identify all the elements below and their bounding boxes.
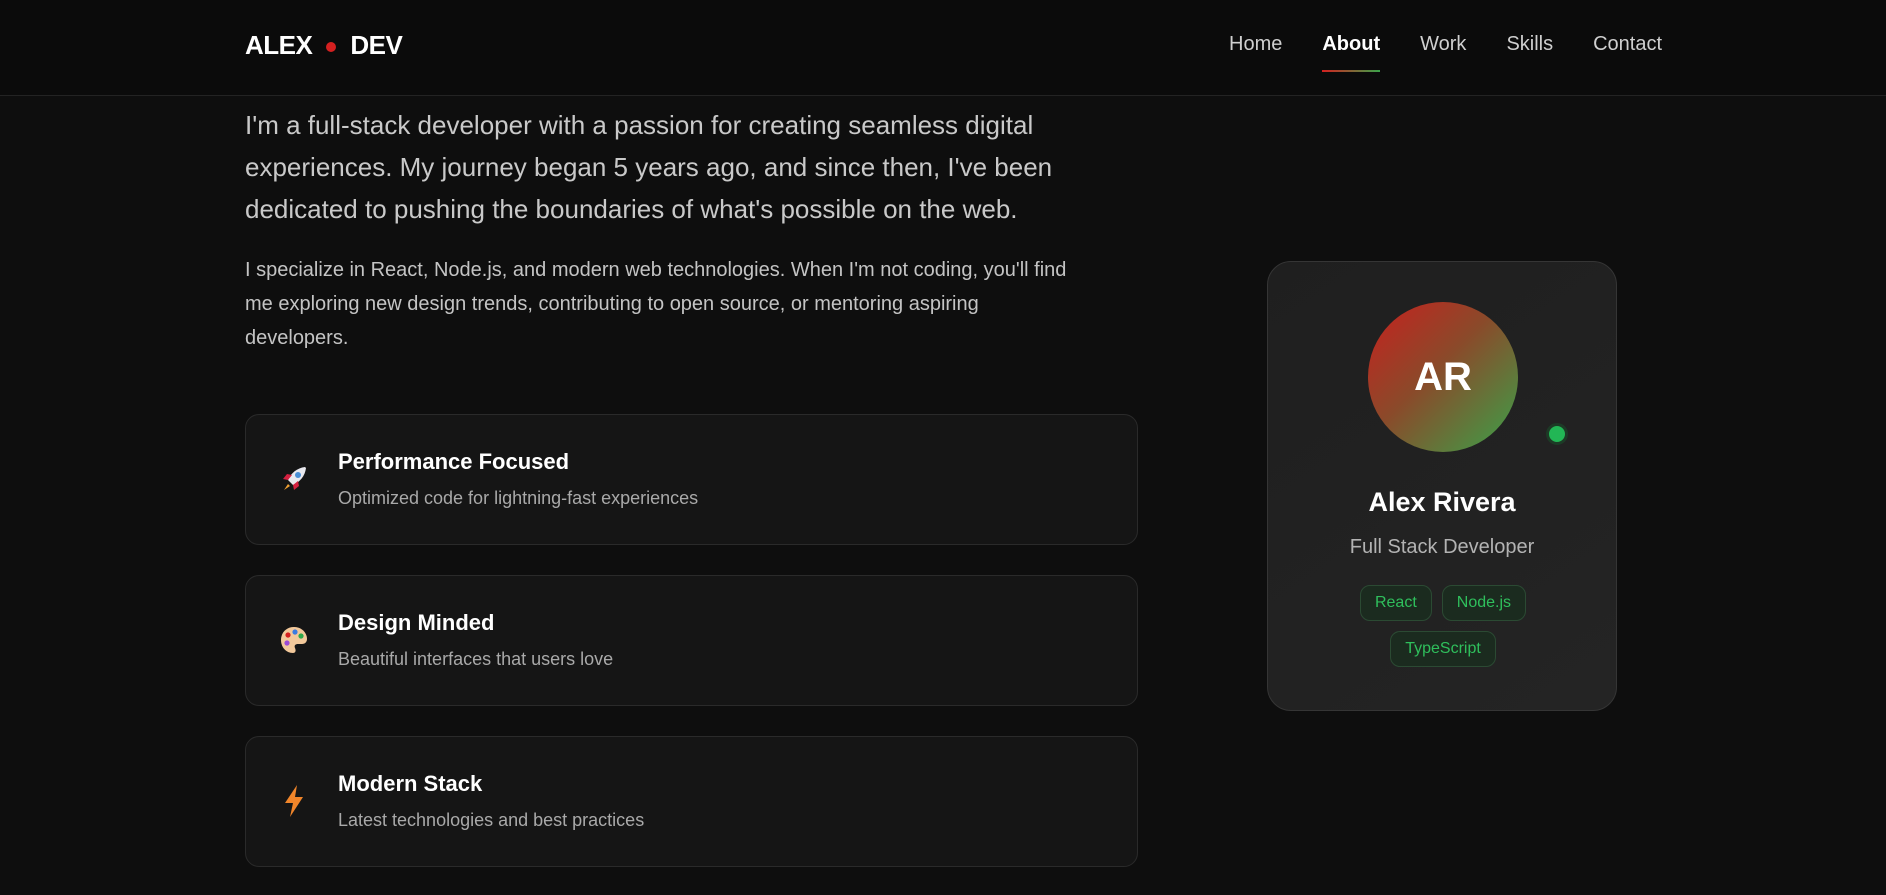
skill-tags: React Node.js TypeScript	[1328, 585, 1558, 667]
feature-card-performance: Performance Focused Optimized code for l…	[245, 414, 1138, 545]
lightning-icon	[278, 783, 310, 819]
profile-role: Full Stack Developer	[1349, 536, 1535, 558]
main-nav: Home About Work Skills Contact	[1229, 33, 1662, 72]
about-sub-paragraph: I specialize in React, Node.js, and mode…	[245, 259, 1067, 349]
logo-dot	[326, 41, 337, 52]
avatar: AR	[1368, 302, 1518, 452]
skill-tag: Node.js	[1441, 585, 1527, 621]
feature-card-modern-stack: Modern Stack Latest technologies and bes…	[245, 736, 1138, 867]
about-lead-paragraph: I'm a full-stack developer with a passio…	[245, 110, 1053, 224]
feature-description: Latest technologies and best practices	[338, 810, 645, 830]
nav-work[interactable]: Work	[1420, 33, 1466, 72]
feature-title: Modern Stack	[338, 771, 483, 796]
site-header: ALEX DEV Home About Work Skills Contact	[0, 0, 1886, 96]
feature-title: Design Minded	[338, 610, 495, 635]
feature-card-design: Design Minded Beautiful interfaces that …	[245, 575, 1138, 706]
rocket-icon	[278, 461, 310, 497]
nav-skills[interactable]: Skills	[1506, 33, 1553, 72]
site-logo[interactable]: ALEX DEV	[245, 30, 403, 61]
skill-tag: React	[1359, 585, 1432, 621]
logo-text-left: ALEX	[245, 30, 313, 60]
nav-contact[interactable]: Contact	[1593, 33, 1662, 72]
feature-title: Performance Focused	[338, 449, 570, 474]
profile-card: AR Alex Rivera Full Stack Developer Reac…	[1267, 261, 1617, 711]
nav-about[interactable]: About	[1322, 33, 1380, 72]
nav-home[interactable]: Home	[1229, 33, 1282, 72]
skill-tag: TypeScript	[1390, 631, 1496, 667]
profile-name: Alex Rivera	[1368, 487, 1516, 517]
logo-text-right: DEV	[350, 30, 403, 60]
palette-icon	[278, 622, 310, 658]
feature-description: Optimized code for lightning-fast experi…	[338, 488, 699, 508]
feature-description: Beautiful interfaces that users love	[338, 649, 614, 669]
online-status-indicator	[1546, 423, 1568, 445]
